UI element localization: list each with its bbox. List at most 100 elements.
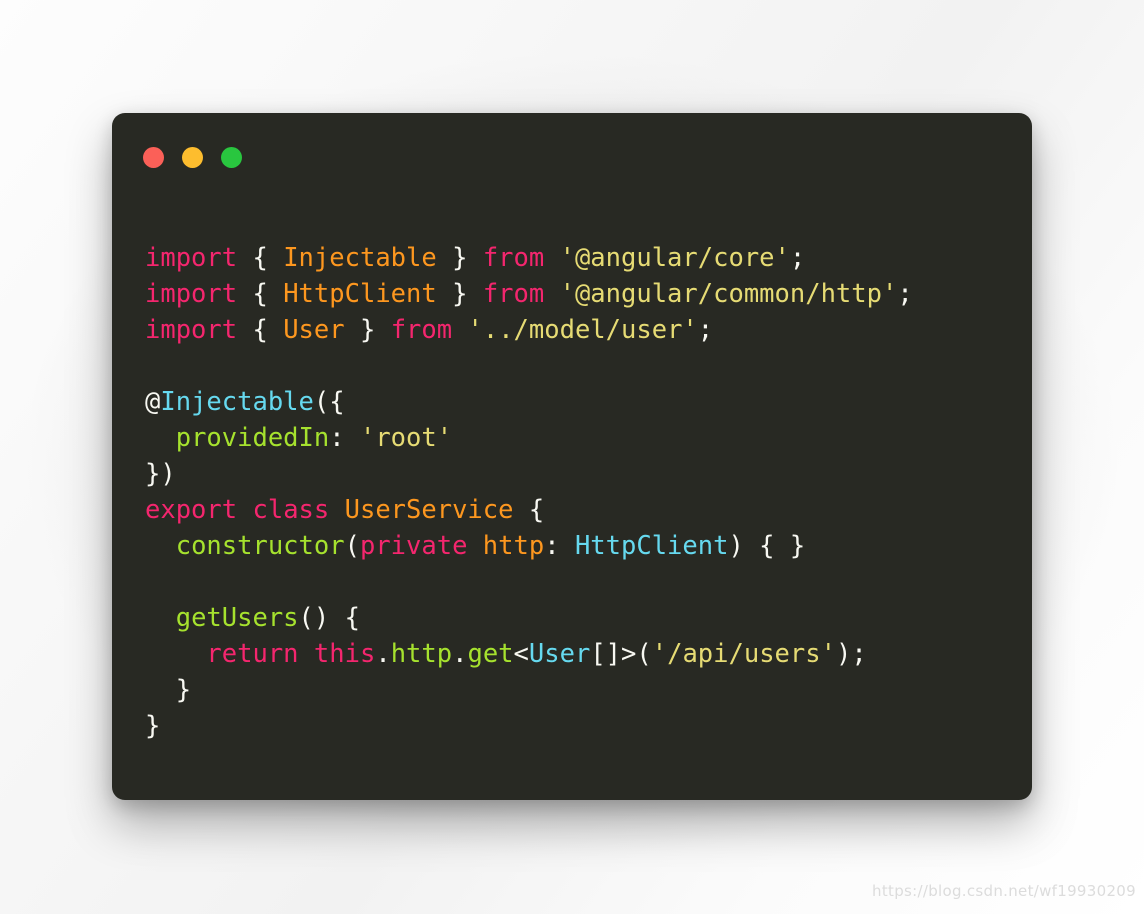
- code-token: User: [528, 638, 591, 669]
- code-line: constructor(private http: HttpClient) { …: [145, 528, 1014, 564]
- code-token: from: [390, 314, 453, 345]
- code-line: import { Injectable } from '@angular/cor…: [145, 240, 1014, 276]
- code-token: http: [482, 530, 545, 561]
- code-token: :: [544, 530, 575, 561]
- code-token: http: [390, 638, 453, 669]
- code-token: 'root': [359, 422, 453, 453]
- code-token: @: [145, 386, 161, 417]
- code-block[interactable]: import { Injectable } from '@angular/cor…: [145, 240, 1014, 765]
- code-line: }): [145, 456, 1014, 492]
- watermark-text: https://blog.csdn.net/wf19930209: [872, 882, 1136, 900]
- code-token: }: [359, 314, 376, 345]
- code-token: ;: [697, 314, 714, 345]
- code-token: this: [313, 638, 376, 669]
- code-token: '/api/users': [651, 638, 836, 669]
- code-token: {: [528, 494, 545, 525]
- code-token: return: [206, 638, 299, 669]
- code-token: (: [344, 530, 360, 561]
- code-token: HttpClient: [283, 278, 437, 309]
- code-token: import: [145, 314, 238, 345]
- code-token: from: [482, 278, 545, 309]
- code-token: ) { }: [728, 530, 806, 561]
- maximize-window-icon[interactable]: [221, 147, 242, 168]
- code-token: class: [252, 494, 330, 525]
- code-line: providedIn: 'root': [145, 420, 1014, 456]
- code-token: }): [145, 458, 176, 489]
- code-token: UserService: [344, 494, 514, 525]
- code-line: }: [145, 708, 1014, 744]
- code-token: []>(: [590, 638, 652, 669]
- code-token: }: [452, 278, 468, 309]
- minimize-window-icon[interactable]: [182, 147, 203, 168]
- code-token: Injectable: [160, 386, 314, 417]
- code-token: get: [467, 638, 514, 669]
- code-token: <: [513, 638, 529, 669]
- code-token: import: [145, 278, 238, 309]
- code-token: private: [359, 530, 468, 561]
- code-token: {: [252, 278, 268, 309]
- code-token: '@angular/common/http': [559, 278, 898, 309]
- code-token: }: [145, 710, 161, 741]
- code-token: constructor: [175, 530, 345, 561]
- close-window-icon[interactable]: [143, 147, 164, 168]
- code-token: }: [145, 674, 192, 705]
- code-token: );: [835, 638, 867, 669]
- window-titlebar: [112, 113, 1032, 205]
- code-token: ;: [789, 242, 806, 273]
- code-line: export class UserService {: [145, 492, 1014, 528]
- code-token: {: [252, 242, 268, 273]
- code-token: () {: [298, 602, 360, 633]
- code-token: {: [252, 314, 268, 345]
- code-line: import { HttpClient } from '@angular/com…: [145, 276, 1014, 312]
- code-token: from: [482, 242, 545, 273]
- code-token: ;: [897, 278, 913, 309]
- code-token: Injectable: [283, 242, 437, 273]
- code-token: import: [145, 242, 238, 273]
- code-token: providedIn: [175, 422, 330, 453]
- page-root: import { Injectable } from '@angular/cor…: [0, 0, 1144, 914]
- code-line: }: [145, 672, 1014, 708]
- code-line: import { User } from '../model/user';: [145, 312, 1014, 348]
- code-line: getUsers() {: [145, 600, 1014, 636]
- code-window: import { Injectable } from '@angular/cor…: [112, 113, 1032, 800]
- code-token: .: [452, 638, 468, 669]
- code-token: .: [375, 638, 391, 669]
- code-token: ({: [313, 386, 345, 417]
- code-token: '@angular/core': [559, 242, 790, 273]
- code-token: User: [283, 314, 345, 345]
- code-token: getUsers: [175, 602, 299, 633]
- code-token: }: [452, 242, 468, 273]
- code-token: '../model/user': [467, 314, 698, 345]
- code-line: return this.http.get<User[]>('/api/users…: [145, 636, 1014, 672]
- code-token: HttpClient: [574, 530, 729, 561]
- code-token: export: [145, 494, 238, 525]
- code-token: :: [329, 422, 360, 453]
- code-line: @Injectable({: [145, 384, 1014, 420]
